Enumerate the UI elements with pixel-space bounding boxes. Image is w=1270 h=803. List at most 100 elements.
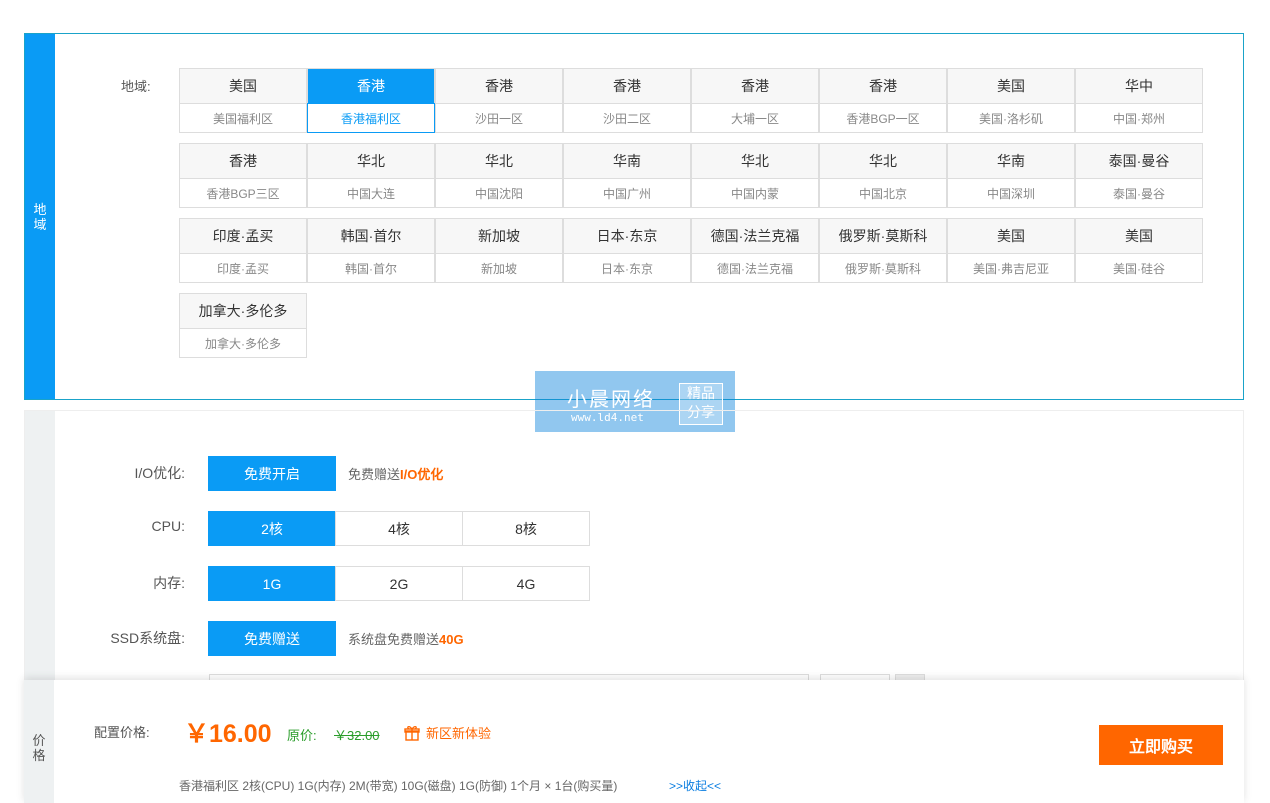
region-option-area: 新加坡 (436, 219, 562, 254)
region-option-area: 韩国·首尔 (308, 219, 434, 254)
region-option-area: 华北 (820, 144, 946, 179)
io-free-enable-button[interactable]: 免费开启 (208, 456, 336, 491)
buy-now-button[interactable]: 立即购买 (1099, 725, 1223, 765)
region-option[interactable]: 香港 大埔一区 (691, 68, 819, 133)
price-label: 配置价格: (94, 725, 150, 740)
region-option[interactable]: 美国 美国·硅谷 (1075, 218, 1203, 283)
price-bar: 价格 配置价格: ￥16.00 原价: ￥32.00 新区新体验 立即购买 香港… (24, 680, 1244, 803)
gift-icon (404, 725, 420, 741)
region-option-area: 香港 (820, 69, 946, 104)
region-option-zone: 沙田二区 (602, 111, 651, 126)
region-option[interactable]: 美国美国·洛杉矶 (947, 68, 1075, 133)
cpu-option[interactable]: 2核 (208, 511, 336, 546)
region-option-area: 华中 (1076, 69, 1202, 104)
region-option-area: 印度·孟买 (180, 219, 306, 254)
region-option-zone: 美国·弗吉尼亚 (973, 261, 1049, 276)
ssd-note: 系统盘免费赠送40G (348, 629, 464, 648)
region-option-zone: 中国内蒙 (730, 186, 779, 201)
watermark-badge-line1: 精品 (687, 385, 715, 401)
memory-group: 1G 2G 4G (208, 566, 590, 601)
ssd-note-prefix: 系统盘免费赠送 (348, 632, 440, 647)
region-option-zone: 印度·孟买 (217, 261, 269, 276)
region-option-zone: 美国·洛杉矶 (979, 111, 1043, 126)
io-label: I/O优化: (134, 465, 185, 481)
original-price-label: 原价: (287, 728, 317, 743)
region-grid: 美国 美国福利区 香港 香港福利区 香港 沙田一区 香港 沙田二区 香港 大埔一区 香港 香港BGP一… (179, 68, 1204, 358)
region-option[interactable]: 华北 中国沈阳 (435, 143, 563, 208)
region-option[interactable]: 德国·法兰克福 德国·法兰克福 (691, 218, 819, 283)
region-option-area: 俄罗斯·莫斯科 (820, 219, 946, 254)
cpu-option[interactable]: 8核 (462, 511, 590, 546)
region-option-zone: 中国深圳 (986, 186, 1035, 201)
region-option-area: 华北 (436, 144, 562, 179)
region-option[interactable]: 泰国·曼谷 泰国·曼谷 (1075, 143, 1203, 208)
region-option[interactable]: 加拿大·多伦多 加拿大·多伦多 (179, 293, 307, 358)
region-option-zone: 加拿大·多伦多 (205, 336, 281, 351)
cpu-option[interactable]: 4核 (335, 511, 463, 546)
region-option-zone: 中国沈阳 (474, 186, 523, 201)
region-option[interactable]: 华北 中国北京 (819, 143, 947, 208)
region-option[interactable]: 日本·东京 日本·东京 (563, 218, 691, 283)
io-note-prefix: 免费赠送 (348, 467, 401, 482)
region-side-tab-label: 地域 (33, 201, 47, 232)
region-option[interactable]: 香港 香港福利区 (307, 68, 435, 133)
region-option-area: 加拿大·多伦多 (180, 294, 306, 329)
region-option-area: 香港 (436, 69, 562, 104)
region-option[interactable]: 香港 沙田一区 (435, 68, 563, 133)
region-option-zone: 新加坡 (480, 261, 517, 276)
region-option-area: 美国 (948, 219, 1074, 254)
cpu-label: CPU: (151, 518, 185, 534)
original-price: ￥32.00 (334, 728, 380, 743)
region-option-area: 美国 (948, 69, 1074, 104)
watermark-main-text: 小晨网络 (567, 389, 655, 411)
region-option-zone: 香港福利区 (307, 103, 435, 133)
region-side-tab: 地域 (25, 34, 55, 399)
region-option-zone: 日本·东京 (601, 261, 653, 276)
ssd-free-button[interactable]: 免费赠送 (208, 621, 336, 656)
region-option[interactable]: 美国美国·弗吉尼亚 (947, 218, 1075, 283)
region-option[interactable]: 华中中国·郑州 (1075, 68, 1203, 133)
price-side-tab: 价格 (24, 680, 54, 803)
region-option[interactable]: 华南 中国深圳 (947, 143, 1075, 208)
region-option-area: 香港 (308, 69, 434, 104)
memory-option[interactable]: 4G (462, 566, 590, 601)
region-option[interactable]: 香港 香港BGP三区 (179, 143, 307, 208)
region-option[interactable]: 华南 中国广州 (563, 143, 691, 208)
region-option-zone: 美国福利区 (212, 111, 273, 126)
region-option-zone: 中国北京 (858, 186, 907, 201)
region-option[interactable]: 俄罗斯·莫斯科 俄罗斯·莫斯科 (819, 218, 947, 283)
region-option[interactable]: 华北 中国大连 (307, 143, 435, 208)
region-option[interactable]: 香港 香港BGP一区 (819, 68, 947, 133)
region-option-zone: 沙田一区 (474, 111, 523, 126)
io-group: 免费开启 (208, 456, 336, 491)
config-summary: 香港福利区 2核(CPU) 1G(内存) 2M(带宽) 10G(磁盘) 1G(防… (179, 779, 618, 793)
region-option-area: 香港 (564, 69, 690, 104)
region-option[interactable]: 新加坡 新加坡 (435, 218, 563, 283)
ssd-group: 免费赠送 (208, 621, 336, 656)
region-panel: 地域 地域: 美国 美国福利区 香港 香港福利区 香港 沙田一区 香港 沙田二区 香港 大埔一区香… (24, 33, 1244, 400)
region-option-zone: 中国广州 (602, 186, 651, 201)
region-option-zone: 德国·法兰克福 (717, 261, 793, 276)
memory-option[interactable]: 1G (208, 566, 336, 601)
region-option-area: 华北 (308, 144, 434, 179)
region-option-zone: 中国大连 (346, 186, 395, 201)
region-option-zone: 泰国·曼谷 (1113, 186, 1165, 201)
region-option[interactable]: 韩国·首尔 韩国·首尔 (307, 218, 435, 283)
region-option-area: 德国·法兰克福 (692, 219, 818, 254)
region-option[interactable]: 美国 美国福利区 (179, 68, 307, 133)
region-option-zone: 中国·郑州 (1113, 111, 1165, 126)
ssd-note-highlight: 40G (439, 632, 464, 647)
promo[interactable]: 新区新体验 (404, 723, 491, 742)
region-option-zone: 大埔一区 (730, 111, 779, 126)
region-option[interactable]: 印度·孟买 印度·孟买 (179, 218, 307, 283)
io-note-highlight: I/O优化 (400, 467, 444, 482)
promo-text: 新区新体验 (426, 726, 492, 741)
region-option-zone: 美国·硅谷 (1113, 261, 1165, 276)
region-option-area: 香港 (180, 144, 306, 179)
region-option[interactable]: 香港 沙田二区 (563, 68, 691, 133)
region-option-area: 华南 (948, 144, 1074, 179)
region-row-label: 地域: (121, 79, 151, 94)
region-option[interactable]: 华北 中国内蒙 (691, 143, 819, 208)
memory-option[interactable]: 2G (335, 566, 463, 601)
collapse-link[interactable]: >>收起<< (669, 777, 721, 794)
